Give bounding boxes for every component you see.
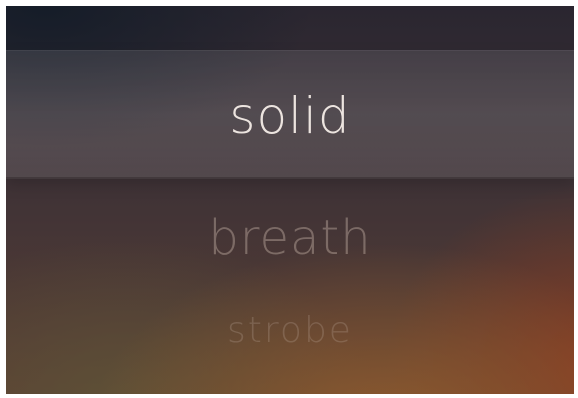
- mode-picker[interactable]: solid breath strobe: [6, 6, 574, 394]
- picker-option-solid[interactable]: solid: [6, 86, 574, 146]
- mode-picker-screen: solid breath strobe: [6, 6, 574, 394]
- picker-option-breath[interactable]: breath: [6, 209, 574, 267]
- picker-option-strobe[interactable]: strobe: [6, 308, 574, 354]
